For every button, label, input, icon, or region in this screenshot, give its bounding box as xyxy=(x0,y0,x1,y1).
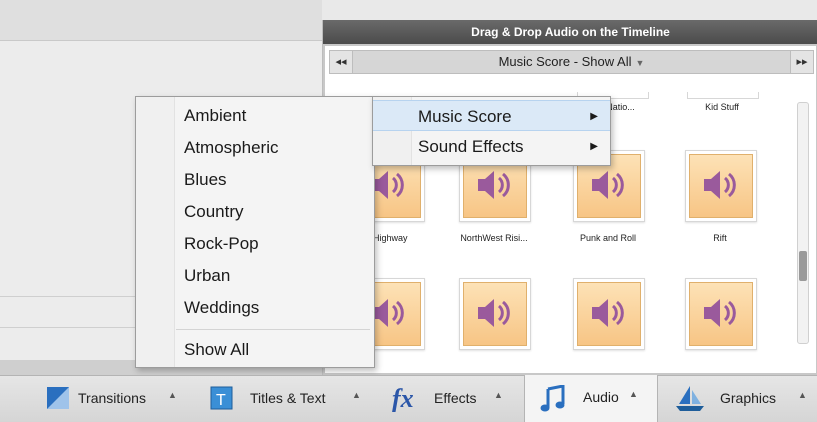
titles-text-icon: T xyxy=(210,386,233,410)
audio-panel: Drag & Drop Audio on the Timeline ◂◂ Mus… xyxy=(322,20,817,375)
menu-separator xyxy=(176,329,370,330)
chevron-down-icon: ▼ xyxy=(635,58,645,68)
category-menu: Music Score ▶ Sound Effects ▶ xyxy=(372,96,611,166)
menu-gutter xyxy=(136,97,175,367)
left-header-strip xyxy=(0,0,322,41)
chevron-up-icon: ▲ xyxy=(352,390,361,400)
tab-label: Titles & Text xyxy=(250,390,326,406)
menu-item-rock-pop[interactable]: Rock-Pop xyxy=(184,229,364,259)
chevron-up-icon: ▲ xyxy=(494,390,503,400)
sailboat-icon xyxy=(676,386,704,411)
speaker-icon xyxy=(592,171,624,199)
tab-transitions[interactable]: Transitions ▲ xyxy=(0,376,196,422)
submenu-arrow-icon: ▶ xyxy=(590,111,598,122)
prev-arrow-icon[interactable]: ◂◂ xyxy=(330,51,353,73)
speaker-icon xyxy=(704,171,736,199)
genre-submenu: Ambient Atmospheric Blues Country Rock-P… xyxy=(135,96,375,368)
menu-item-sound-effects[interactable]: Sound Effects ▶ xyxy=(373,131,610,162)
speaker-icon xyxy=(478,299,510,327)
tab-label: Graphics xyxy=(720,390,777,406)
tab-effects[interactable]: fx Effects ▲ xyxy=(384,376,524,422)
audio-tile[interactable] xyxy=(685,278,757,350)
menu-item-music-score[interactable]: Music Score ▶ xyxy=(373,100,610,131)
next-arrow-icon[interactable]: ▸▸ xyxy=(790,51,813,73)
tile-label: Punk and Roll xyxy=(579,233,637,243)
menu-item-label: Sound Effects xyxy=(418,137,524,156)
transitions-icon xyxy=(47,387,69,409)
audio-tile[interactable] xyxy=(459,278,531,350)
tile-label: Rift xyxy=(713,233,727,243)
fx-icon: fx xyxy=(392,384,414,412)
speaker-icon xyxy=(478,171,510,199)
chevron-up-icon: ▲ xyxy=(798,390,807,400)
category-label: Music Score - Show All xyxy=(498,54,632,69)
vertical-scrollbar[interactable] xyxy=(797,102,809,344)
submenu-arrow-icon: ▶ xyxy=(590,141,598,152)
menu-item-urban[interactable]: Urban xyxy=(184,261,364,291)
tab-label: Effects xyxy=(434,390,477,406)
panel-title: Drag & Drop Audio on the Timeline xyxy=(323,20,817,44)
chevron-up-icon: ▲ xyxy=(629,389,638,399)
audio-tile[interactable] xyxy=(573,278,645,350)
tab-label: Audio xyxy=(583,389,619,405)
svg-text:T: T xyxy=(216,392,226,409)
category-nav: ◂◂ Music Score - Show All ▼ ▸▸ xyxy=(329,50,814,74)
tab-label: Transitions xyxy=(78,390,146,406)
menu-item-blues[interactable]: Blues xyxy=(184,165,364,195)
tile-label: Kid Stuff xyxy=(705,102,739,112)
audio-tile[interactable] xyxy=(685,150,757,222)
menu-item-country[interactable]: Country xyxy=(184,197,364,227)
tab-titles-text[interactable]: T Titles & Text ▲ xyxy=(200,376,376,422)
menu-item-atmospheric[interactable]: Atmospheric xyxy=(184,133,364,163)
chevron-up-icon: ▲ xyxy=(168,390,177,400)
speaker-icon xyxy=(592,299,624,327)
speaker-icon xyxy=(704,299,736,327)
tab-graphics[interactable]: Graphics ▲ xyxy=(660,376,817,422)
scrollbar-thumb[interactable] xyxy=(799,251,807,281)
tab-audio[interactable]: Audio ▲ xyxy=(524,375,658,422)
music-note-icon xyxy=(540,385,565,412)
menu-item-weddings[interactable]: Weddings xyxy=(184,293,364,323)
menu-item-ambient[interactable]: Ambient xyxy=(184,101,364,131)
tile-partial[interactable] xyxy=(687,92,759,99)
menu-item-label: Music Score xyxy=(418,107,512,126)
menu-item-show-all[interactable]: Show All xyxy=(184,335,364,365)
svg-text:fx: fx xyxy=(392,384,414,412)
tile-label: NorthWest Risi... xyxy=(460,233,528,243)
category-dropdown[interactable]: Music Score - Show All ▼ xyxy=(354,51,789,73)
bottom-tab-bar: Transitions ▲ T Titles & Text ▲ fx Effec… xyxy=(0,375,817,422)
